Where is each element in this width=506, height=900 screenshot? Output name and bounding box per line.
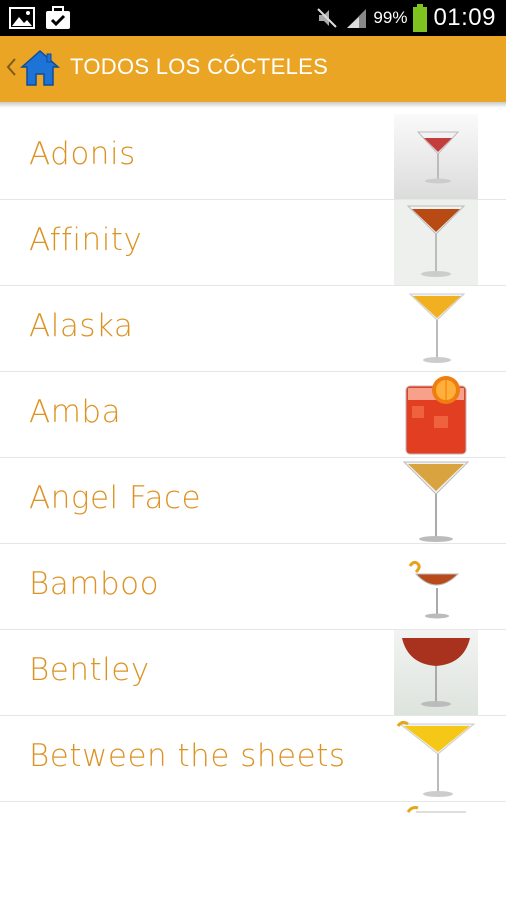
battery-percentage: 99%	[373, 8, 408, 27]
cocktail-thumbnail	[394, 286, 478, 371]
home-icon[interactable]	[20, 48, 60, 88]
list-item[interactable]: Alaska	[0, 286, 506, 372]
list-item[interactable]: Amba	[0, 372, 506, 458]
list-item[interactable]: Bentley	[0, 630, 506, 716]
list-item[interactable]: Adonis	[0, 114, 506, 200]
task-check-icon	[46, 6, 70, 29]
list-item-label: Bamboo	[29, 566, 160, 602]
page-title: TODOS LOS CÓCTELES	[70, 54, 329, 79]
status-bar: 99% 01:09	[0, 0, 506, 36]
list-item-label: Between the sheets	[29, 738, 346, 774]
cocktail-thumbnail	[394, 200, 478, 285]
chevron-left-icon[interactable]	[5, 56, 17, 78]
cocktail-thumbnail	[394, 372, 478, 457]
cocktail-thumbnail	[394, 716, 478, 801]
cocktail-thumbnail	[394, 630, 478, 715]
mute-icon	[317, 8, 338, 28]
cocktail-thumbnail	[394, 114, 478, 199]
action-bar: TODOS LOS CÓCTELES	[0, 36, 506, 108]
list-item[interactable]: Angel Face	[0, 458, 506, 544]
clock: 01:09	[433, 4, 496, 31]
signal-icon	[347, 9, 367, 28]
list-item[interactable]: Affinity	[0, 200, 506, 286]
cocktail-thumbnail-partial	[406, 806, 466, 813]
gallery-icon	[9, 7, 35, 29]
list-item[interactable]: Bamboo	[0, 544, 506, 630]
list-item-label: Adonis	[29, 136, 136, 172]
list-item-label: Affinity	[29, 222, 143, 258]
cocktail-thumbnail	[394, 458, 478, 543]
cocktail-list: Adonis Affinity Alaska Amba Angel Face B…	[0, 114, 506, 802]
cocktail-thumbnail	[394, 544, 478, 629]
list-item-label: Bentley	[29, 652, 150, 688]
list-item-label: Angel Face	[29, 480, 202, 516]
list-item-label: Alaska	[29, 308, 134, 344]
list-item[interactable]: Between the sheets	[0, 716, 506, 802]
list-item-label: Amba	[29, 394, 122, 430]
battery-icon	[413, 4, 428, 32]
